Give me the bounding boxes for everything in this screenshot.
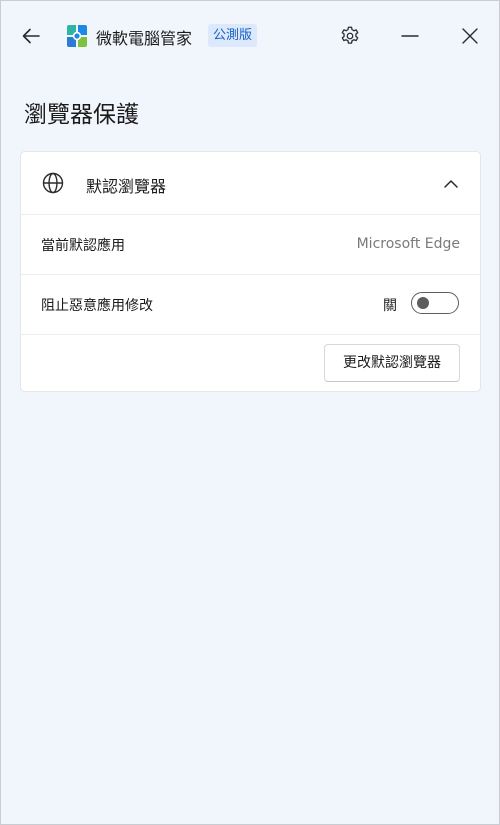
gear-icon xyxy=(341,26,359,44)
globe-icon xyxy=(42,172,64,194)
title-bar: 微軟電腦管家 公測版 xyxy=(1,1,499,71)
current-default-app-row: 當前默認應用 Microsoft Edge xyxy=(21,214,480,275)
chevron-up-icon[interactable] xyxy=(440,173,462,195)
app-name: 微軟電腦管家 xyxy=(96,29,193,48)
back-button[interactable] xyxy=(13,19,49,53)
close-icon xyxy=(462,28,478,44)
page-title: 瀏覽器保護 xyxy=(24,102,139,128)
minimize-icon xyxy=(401,35,419,37)
block-malicious-change-toggle[interactable] xyxy=(411,292,459,314)
section-title: 默認瀏覽器 xyxy=(86,177,167,196)
change-default-browser-row: 更改默認瀏覽器 xyxy=(21,334,480,392)
toggle-knob xyxy=(417,297,429,309)
arrow-left-icon xyxy=(22,28,40,44)
block-malicious-change-label: 阻止惡意應用修改 xyxy=(41,298,153,314)
beta-badge: 公測版 xyxy=(208,24,258,47)
pc-manager-logo-icon xyxy=(67,25,87,47)
minimize-button[interactable] xyxy=(392,19,428,53)
settings-button[interactable] xyxy=(332,19,368,53)
default-browser-card: 默認瀏覽器 當前默認應用 Microsoft Edge 阻止惡意應用修改 關 更… xyxy=(20,151,481,392)
block-malicious-change-row: 阻止惡意應用修改 關 xyxy=(21,274,480,335)
current-default-app-value: Microsoft Edge xyxy=(356,236,460,252)
current-default-app-label: 當前默認應用 xyxy=(41,238,125,254)
app-window: 微軟電腦管家 公測版 瀏覽器保護 默認瀏覽器 當前默認應用 Microsoft … xyxy=(0,0,500,825)
change-default-browser-button[interactable]: 更改默認瀏覽器 xyxy=(324,344,460,382)
close-button[interactable] xyxy=(452,19,488,53)
default-browser-section-header[interactable]: 默認瀏覽器 xyxy=(21,152,480,215)
toggle-state-label: 關 xyxy=(383,298,397,314)
